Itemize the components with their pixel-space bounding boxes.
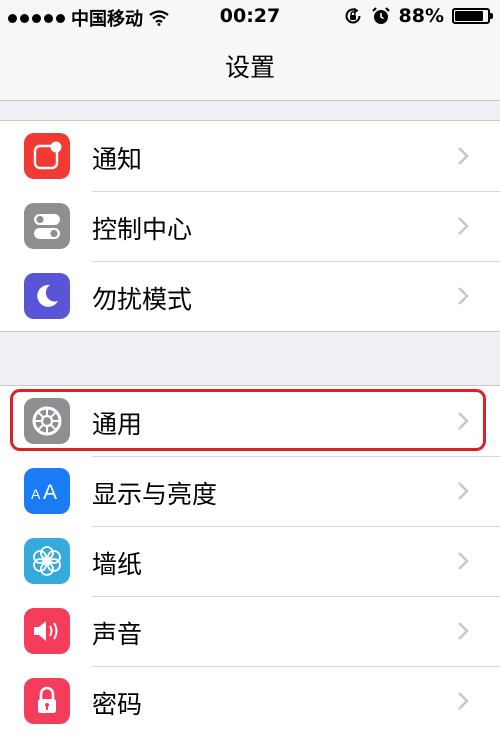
chevron-right-icon: [458, 147, 469, 165]
battery-icon: [452, 8, 493, 24]
status-bar: 中国移动 00:27 88%: [0, 0, 500, 32]
control-center-icon: [24, 203, 70, 249]
display-brightness-icon: A A: [24, 468, 70, 514]
settings-row-wallpaper[interactable]: 墙纸: [0, 526, 500, 596]
status-right: 88%: [343, 5, 493, 27]
settings-group-1: 通知 控制中心 勿扰模式: [0, 120, 500, 332]
settings-row-label: 显示与亮度: [92, 480, 218, 509]
chevron-right-icon: [458, 217, 469, 235]
chevron-right-icon: [458, 287, 469, 305]
chevron-right-icon: [458, 622, 469, 640]
rotation-lock-icon: [345, 7, 361, 24]
settings-row-label: 通用: [92, 410, 143, 439]
battery-percent: 88%: [398, 5, 444, 27]
settings-row-sounds[interactable]: 声音: [0, 596, 500, 666]
speaker-icon: [24, 608, 70, 654]
chevron-right-icon: [458, 692, 469, 710]
settings-group-2: 通用 A A 显示与亮度 墙纸 声音 密码: [0, 385, 500, 736]
alarm-clock-icon: [371, 7, 390, 24]
settings-row-notifications[interactable]: 通知: [0, 121, 500, 191]
moon-icon: [24, 273, 70, 319]
chevron-right-icon: [458, 482, 469, 500]
settings-row-passcode[interactable]: 密码: [0, 666, 500, 736]
notifications-icon: [24, 133, 70, 179]
settings-row-general[interactable]: 通用: [0, 386, 500, 456]
svg-text:A: A: [31, 486, 41, 502]
chevron-right-icon: [458, 552, 469, 570]
navigation-bar: 设置: [0, 32, 500, 101]
svg-text:A: A: [43, 481, 57, 503]
wallpaper-flower-icon: [24, 538, 70, 584]
settings-row-control-center[interactable]: 控制中心: [0, 191, 500, 261]
settings-row-label: 墙纸: [92, 550, 143, 579]
chevron-right-icon: [458, 412, 469, 430]
settings-row-label: 密码: [92, 690, 143, 719]
battery-fill: [455, 11, 484, 21]
settings-row-label: 声音: [92, 620, 143, 649]
settings-row-label: 勿扰模式: [92, 285, 193, 314]
page-title: 设置: [224, 53, 275, 82]
settings-row-do-not-disturb[interactable]: 勿扰模式: [0, 261, 500, 331]
settings-row-label: 通知: [92, 145, 143, 174]
lock-icon: [24, 678, 70, 724]
settings-row-label: 控制中心: [92, 215, 193, 244]
settings-row-display-brightness[interactable]: A A 显示与亮度: [0, 456, 500, 526]
gear-icon: [24, 398, 70, 444]
